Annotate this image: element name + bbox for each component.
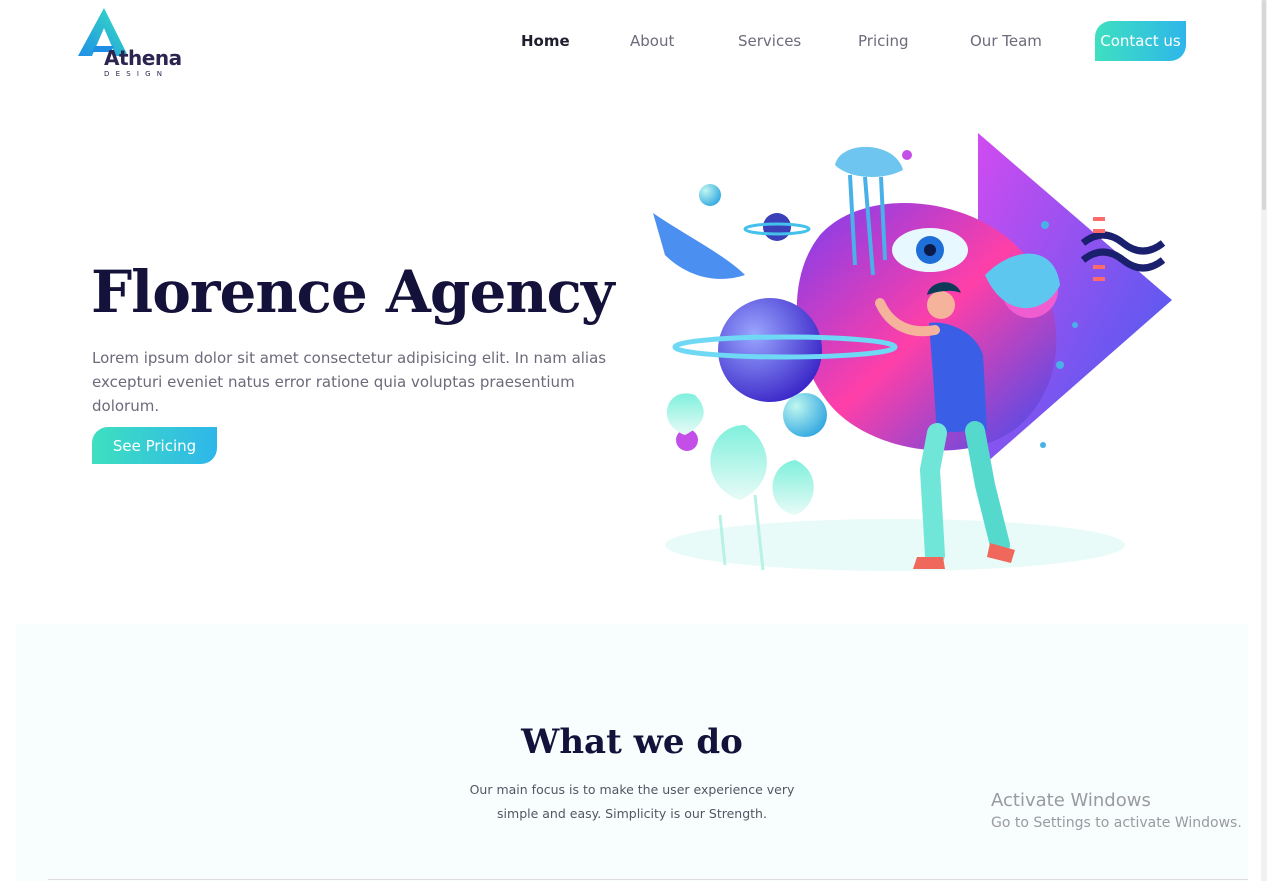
- see-pricing-button[interactable]: See Pricing: [92, 427, 217, 464]
- activate-windows-watermark: Activate Windows Go to Settings to activ…: [991, 790, 1251, 834]
- page-scrollbar[interactable]: [1261, 0, 1267, 881]
- site-header: Athena DESIGN Home About Services Pricin…: [0, 0, 1267, 90]
- contact-us-button[interactable]: Contact us: [1095, 21, 1186, 61]
- section-title: What we do: [521, 722, 743, 762]
- watermark-title: Activate Windows: [991, 790, 1151, 811]
- watermark-subtitle: Go to Settings to activate Windows.: [991, 815, 1242, 831]
- hero-description: Lorem ipsum dolor sit amet consectetur a…: [92, 349, 607, 415]
- section-description: Our main focus is to make the user exper…: [432, 778, 832, 826]
- main-nav: Home About Services Pricing Our Team Con…: [0, 21, 1267, 61]
- scrollbar-thumb[interactable]: [1262, 0, 1266, 210]
- person-with-space-collage-illustration-icon: [653, 133, 1172, 571]
- section-description-line-1: Our main focus is to make the user exper…: [469, 782, 795, 797]
- brand-tagline: DESIGN: [104, 70, 169, 78]
- nav-about[interactable]: About: [630, 32, 674, 50]
- hero-illustration: [645, 125, 1185, 585]
- what-we-do-section: What we do Our main focus is to make the…: [16, 624, 1248, 881]
- nav-services[interactable]: Services: [738, 32, 801, 50]
- divider: [48, 879, 1248, 880]
- section-description-line-2: simple and easy. Simplicity is our Stren…: [497, 806, 767, 821]
- nav-pricing[interactable]: Pricing: [858, 32, 909, 50]
- hero-title: Florence Agency: [91, 258, 615, 326]
- nav-home[interactable]: Home: [521, 32, 570, 50]
- nav-our-team[interactable]: Our Team: [970, 32, 1042, 50]
